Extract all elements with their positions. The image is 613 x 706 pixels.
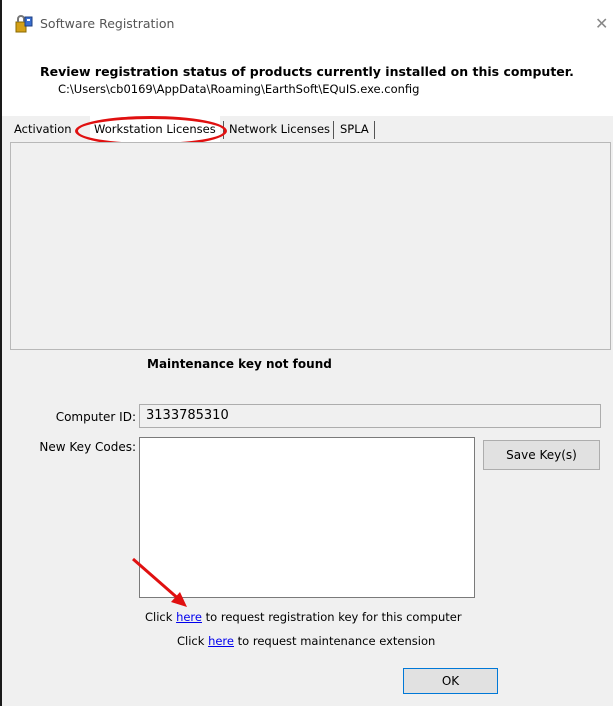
software-registration-window: Software Registration ✕ Review registrat…: [0, 0, 613, 706]
computer-id-label: Computer ID:: [55, 410, 136, 424]
header-area: Review registration status of products c…: [2, 46, 613, 116]
maintenance-link[interactable]: here: [208, 634, 234, 648]
page-heading: Review registration status of products c…: [40, 64, 574, 79]
tab-separator: [333, 121, 334, 139]
registration-link-suffix: to request registration key for this com…: [201, 610, 462, 624]
registration-link-line: Click here to request registration key f…: [145, 610, 462, 624]
tab-spla[interactable]: SPLA: [336, 116, 373, 142]
tab-network-licenses[interactable]: Network Licenses: [225, 116, 334, 142]
status-message: Maintenance key not found: [147, 357, 332, 371]
maintenance-link-prefix: Click: [177, 634, 209, 648]
ok-button[interactable]: OK: [403, 668, 498, 694]
registration-link-prefix: Click: [145, 610, 177, 624]
tab-panel: [10, 142, 611, 350]
maintenance-link-suffix: to request maintenance extension: [233, 634, 436, 648]
tab-strip: Activation Workstation Licenses Network …: [2, 116, 613, 144]
annotation-arrow-icon: [132, 557, 187, 607]
registration-link[interactable]: here: [176, 610, 202, 624]
tab-workstation-licenses[interactable]: Workstation Licenses: [90, 116, 220, 142]
tab-separator: [374, 121, 375, 139]
tab-separator: [223, 121, 224, 139]
close-icon[interactable]: ✕: [595, 14, 608, 33]
config-path: C:\Users\cb0169\AppData\Roaming\EarthSof…: [58, 82, 420, 96]
maintenance-link-line: Click here to request maintenance extens…: [177, 634, 435, 648]
save-keys-button[interactable]: Save Key(s): [483, 440, 600, 470]
padlock-key-icon: [15, 15, 33, 33]
computer-id-field: 3133785310: [139, 404, 601, 428]
title-bar: Software Registration ✕: [2, 0, 613, 46]
tab-activation[interactable]: Activation: [10, 116, 76, 142]
window-title: Software Registration: [40, 16, 175, 31]
new-key-codes-label: New Key Codes:: [39, 440, 136, 454]
